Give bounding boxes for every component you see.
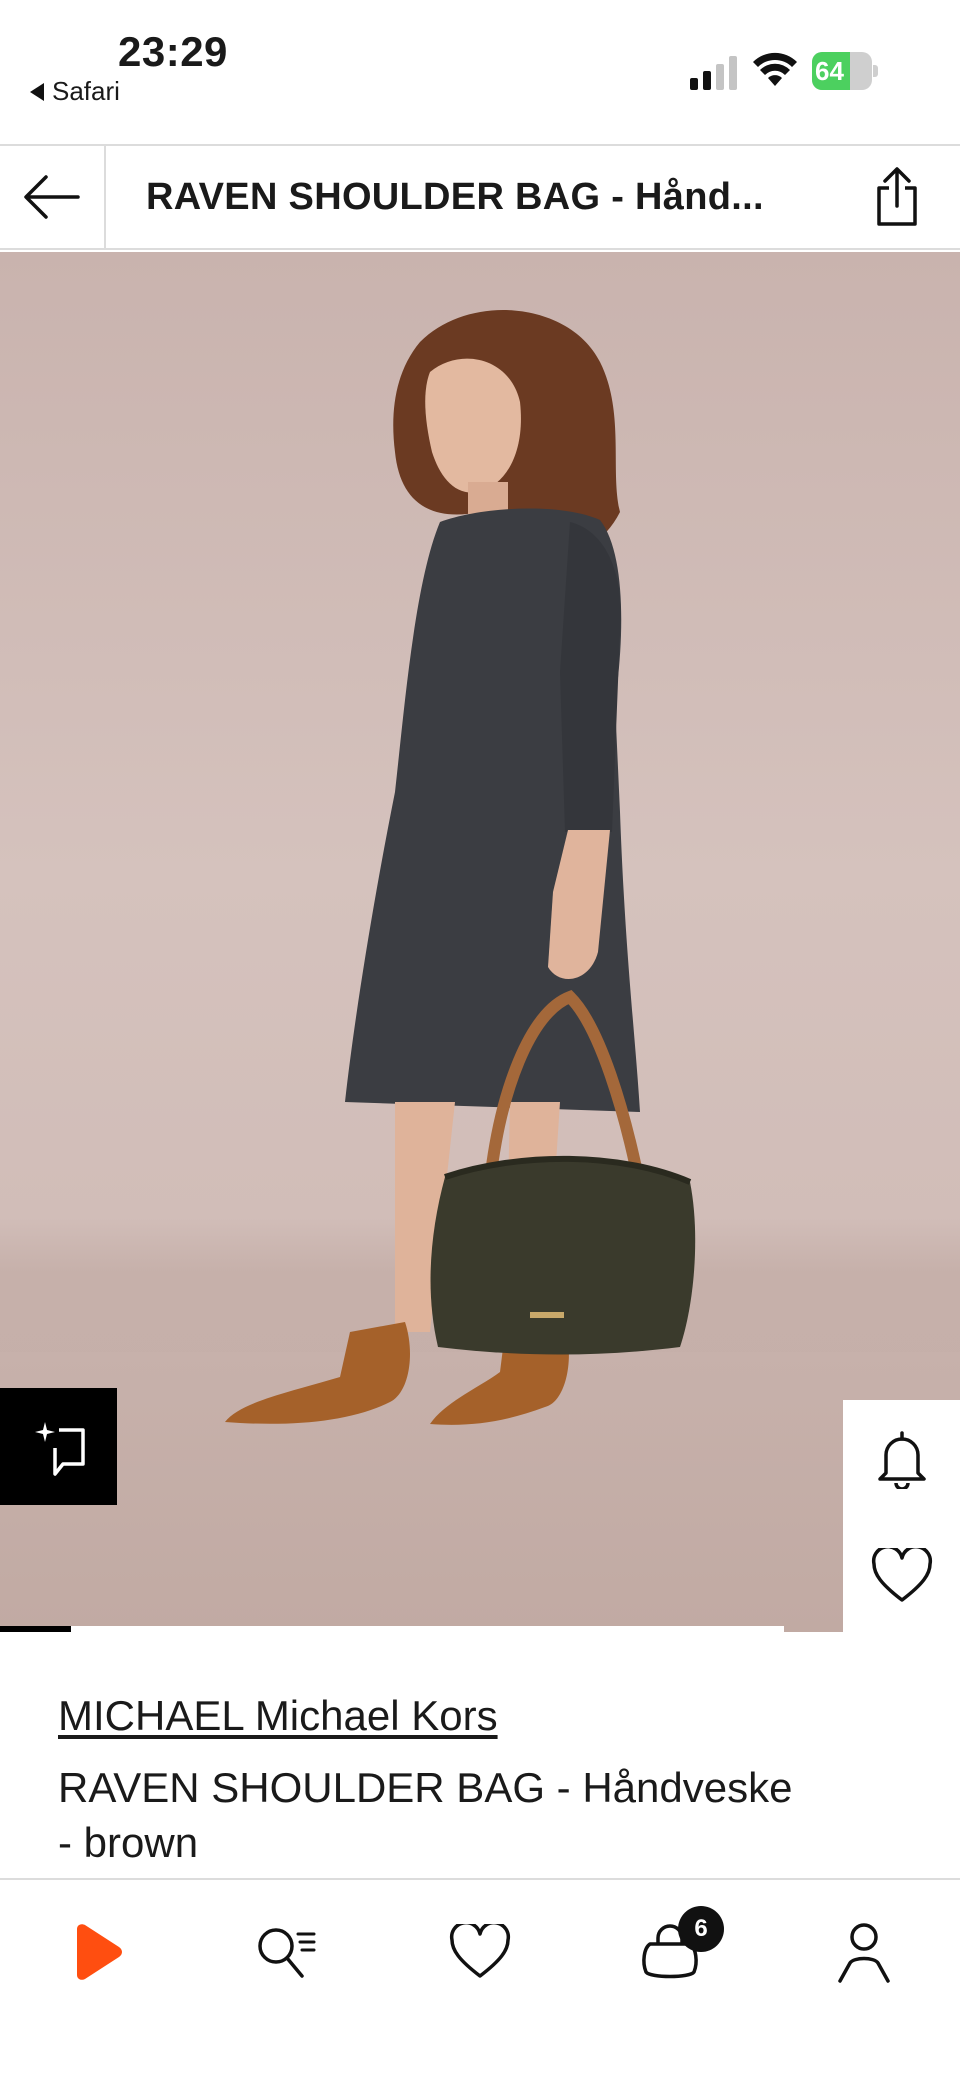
back-button[interactable] [0, 146, 106, 248]
nav-home[interactable] [56, 1912, 136, 1992]
back-triangle-icon [30, 82, 44, 101]
product-image-gallery[interactable] [0, 252, 960, 1632]
play-logo-icon [77, 1924, 122, 1980]
battery-level: 64 [815, 56, 844, 86]
nav-wishlist[interactable] [440, 1912, 520, 1992]
bottom-navigation: 6 [0, 1878, 960, 2081]
bell-icon [877, 1430, 926, 1489]
person-icon [838, 1923, 890, 1983]
share-icon [877, 167, 917, 226]
page-title: RAVEN SHOULDER BAG - Hånd... [146, 176, 764, 218]
nav-account[interactable] [824, 1912, 904, 1992]
share-button[interactable] [862, 162, 932, 232]
model-with-bag-photo [225, 309, 696, 1425]
gallery-progress-fill [0, 1626, 71, 1632]
status-bar: 23:29 Safari 64 [0, 0, 960, 144]
price-alert-button[interactable] [843, 1400, 960, 1517]
visual-search-button[interactable] [0, 1388, 117, 1505]
cellular-signal-icon [690, 56, 737, 90]
heart-icon [871, 1547, 932, 1602]
cart-count-badge: 6 [678, 1906, 724, 1952]
side-action-panel [843, 1400, 960, 1632]
nav-search[interactable] [246, 1912, 326, 1992]
arrow-left-icon [24, 175, 80, 219]
battery-indicator: 64 [812, 52, 878, 90]
back-app-label: Safari [52, 76, 120, 106]
sparkle-crop-icon [34, 1421, 85, 1476]
heart-icon [449, 1924, 511, 1978]
product-name: RAVEN SHOULDER BAG - Håndveske - brown [58, 1764, 793, 1866]
back-to-safari-link[interactable]: Safari [30, 76, 120, 107]
gallery-progress-bar [0, 1626, 784, 1632]
search-list-icon [258, 1928, 316, 1978]
brand-link[interactable]: MICHAEL Michael Kors [58, 1692, 498, 1740]
clock-time: 23:29 [118, 28, 228, 75]
wishlist-add-button[interactable] [843, 1517, 960, 1632]
nav-bag[interactable]: 6 [630, 1906, 724, 1992]
wifi-icon [753, 52, 797, 86]
product-header: RAVEN SHOULDER BAG - Hånd... [0, 144, 960, 250]
